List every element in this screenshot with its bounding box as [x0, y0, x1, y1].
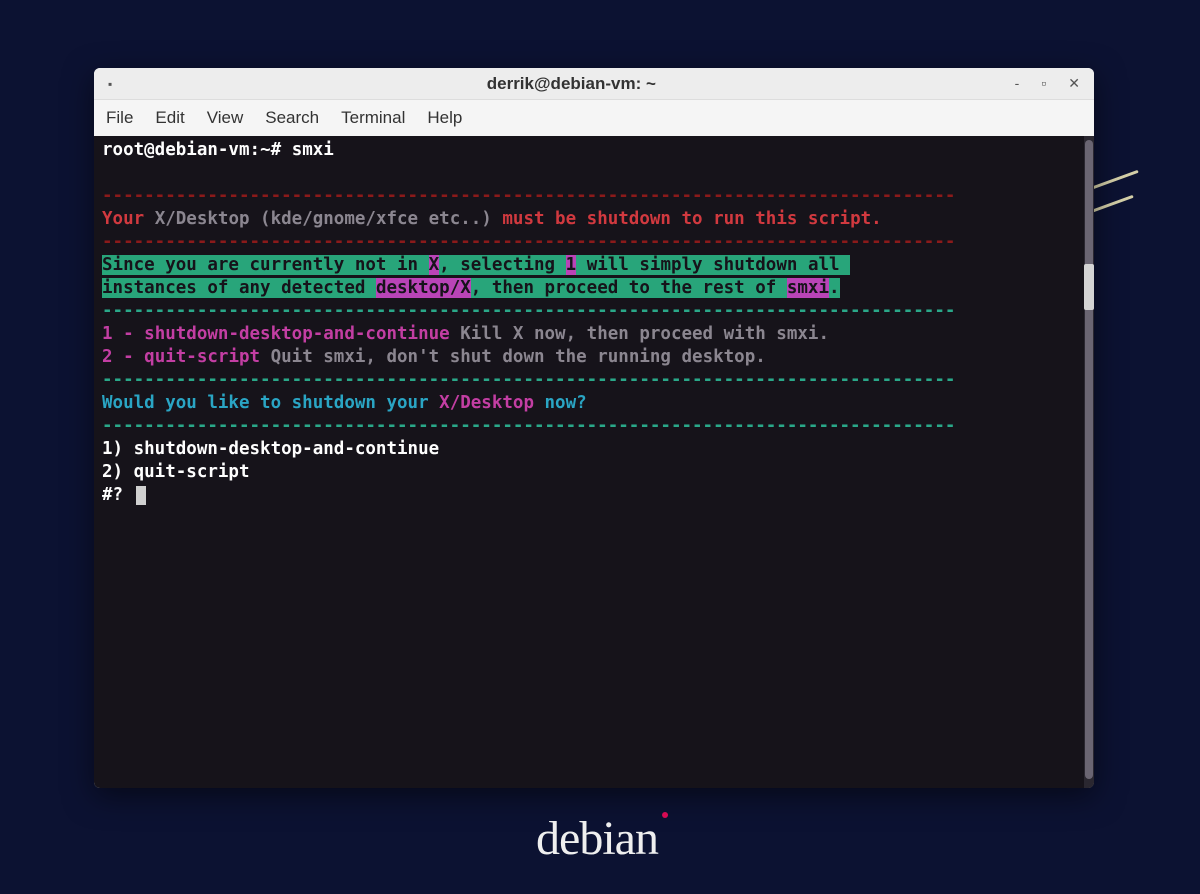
divider: ----------------------------------------… — [102, 231, 1086, 254]
info-line-1: Since you are currently not in X, select… — [102, 254, 1086, 277]
debian-logo: debian — [536, 811, 664, 866]
menu-file[interactable]: File — [106, 108, 133, 128]
terminal-window: ▪ derrik@debian-vm: ~ ‐ ▫ ✕ File Edit Vi… — [94, 68, 1094, 788]
prompt: root@debian-vm:~# — [102, 140, 292, 160]
scrollbar[interactable] — [1084, 136, 1094, 788]
divider: ----------------------------------------… — [102, 415, 1086, 438]
input-prompt[interactable]: #? — [102, 484, 1086, 507]
maximize-button[interactable]: ▫ — [1041, 75, 1046, 92]
cursor-icon — [136, 486, 146, 505]
terminal-output[interactable]: root@debian-vm:~# smxi -----------------… — [94, 136, 1094, 788]
menu-option-1: 1) shutdown-desktop-and-continue — [102, 438, 1086, 461]
warning-line: Your X/Desktop (kde/gnome/xfce etc..) mu… — [102, 208, 1086, 231]
divider: ----------------------------------------… — [102, 300, 1086, 323]
minimize-button[interactable]: ‐ — [1015, 75, 1020, 92]
window-controls: ‐ ▫ ✕ — [1015, 75, 1080, 92]
command: smxi — [292, 140, 334, 160]
menu-bar: File Edit View Search Terminal Help — [94, 100, 1094, 136]
title-bar[interactable]: ▪ derrik@debian-vm: ~ ‐ ▫ ✕ — [94, 68, 1094, 100]
menu-help[interactable]: Help — [427, 108, 462, 128]
divider: ----------------------------------------… — [102, 369, 1086, 392]
divider: ----------------------------------------… — [102, 185, 1086, 208]
question-line: Would you like to shutdown your X/Deskto… — [102, 392, 1086, 415]
close-button[interactable]: ✕ — [1068, 75, 1080, 92]
menu-search[interactable]: Search — [265, 108, 319, 128]
window-title: derrik@debian-vm: ~ — [128, 74, 1015, 94]
option-1: 1 - shutdown-desktop-and-continue Kill X… — [102, 323, 1086, 346]
terminal-app-icon: ▪ — [108, 77, 128, 91]
menu-option-2: 2) quit-script — [102, 461, 1086, 484]
scrollbar-thumb[interactable] — [1085, 140, 1093, 779]
menu-view[interactable]: View — [207, 108, 244, 128]
scrollbar-highlight — [1084, 264, 1094, 310]
info-line-2: instances of any detected desktop/X, the… — [102, 277, 1086, 300]
option-2: 2 - quit-script Quit smxi, don't shut do… — [102, 346, 1086, 369]
menu-edit[interactable]: Edit — [155, 108, 184, 128]
menu-terminal[interactable]: Terminal — [341, 108, 405, 128]
debian-swirl-icon — [662, 812, 668, 818]
